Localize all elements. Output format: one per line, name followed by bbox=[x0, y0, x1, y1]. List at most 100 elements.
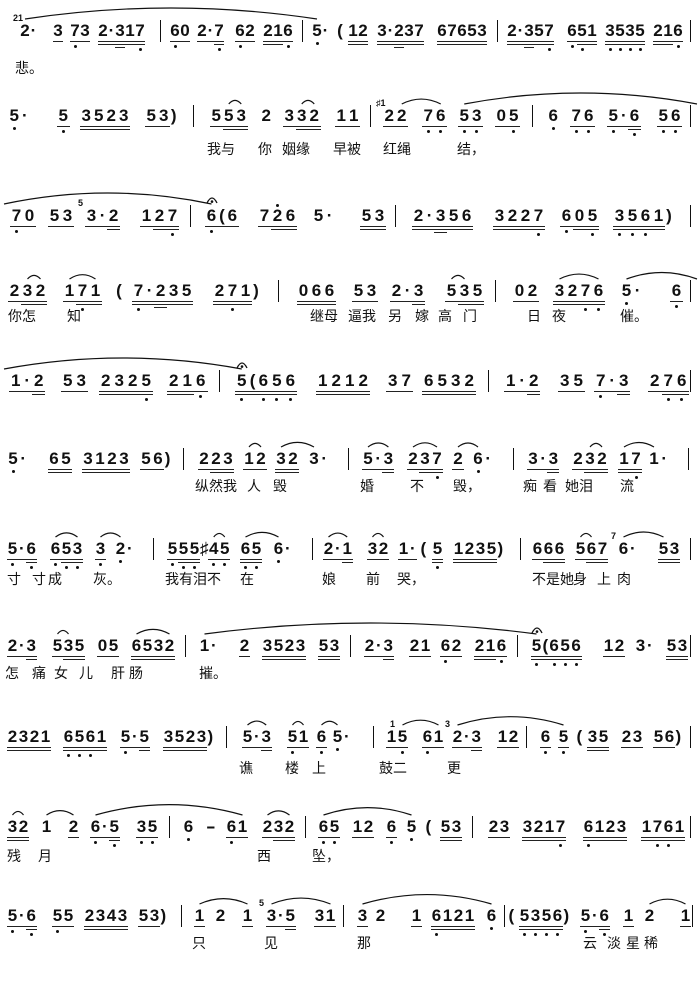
augmentation-dot: · bbox=[539, 450, 548, 471]
note-glyph: 0 bbox=[574, 206, 585, 225]
note-glyph: 7 bbox=[571, 106, 581, 125]
augmentation-dot: · bbox=[207, 22, 214, 43]
underline bbox=[74, 750, 85, 752]
note-group: ( bbox=[337, 22, 343, 40]
underline bbox=[447, 226, 461, 228]
note: 7 bbox=[630, 450, 642, 479]
note-glyph: 6 bbox=[285, 206, 296, 225]
barline bbox=[350, 635, 352, 657]
note-glyph: 6 bbox=[226, 817, 237, 836]
note: 2 bbox=[329, 372, 343, 396]
underline bbox=[108, 656, 119, 658]
underline bbox=[164, 659, 175, 661]
note-glyph: 6 bbox=[599, 906, 609, 925]
note-glyph: 6 bbox=[586, 539, 597, 558]
note-glyph: 5 bbox=[142, 636, 153, 655]
underline bbox=[167, 394, 181, 396]
underline bbox=[323, 301, 336, 303]
note-glyph: 2 bbox=[197, 21, 207, 40]
note-glyph: 5 bbox=[7, 906, 18, 925]
note: 2 bbox=[621, 728, 632, 749]
note-group: 5 · 6 bbox=[607, 107, 641, 136]
note: 5 bbox=[219, 540, 231, 566]
note: 5 bbox=[48, 207, 61, 228]
underline bbox=[641, 840, 652, 842]
underline bbox=[108, 837, 120, 839]
note: 7 bbox=[214, 22, 224, 51]
underline bbox=[409, 656, 420, 658]
underline bbox=[352, 837, 363, 839]
lyric: 月 bbox=[38, 850, 52, 865]
note-glyph: 2 bbox=[128, 371, 138, 390]
underline bbox=[594, 391, 608, 393]
note: 1 bbox=[433, 728, 444, 749]
note-glyph: 3 bbox=[163, 727, 174, 746]
underline bbox=[440, 840, 451, 842]
note-glyph: 5 bbox=[318, 636, 329, 655]
note-glyph: ) bbox=[170, 106, 177, 125]
note-group: 2 ♯1 2 bbox=[376, 99, 408, 128]
underline bbox=[138, 747, 150, 749]
slur bbox=[24, 7, 318, 20]
underline bbox=[519, 926, 530, 928]
underline bbox=[29, 750, 40, 752]
note-group: 5 3) bbox=[145, 106, 178, 128]
underline bbox=[329, 391, 343, 393]
underline bbox=[669, 562, 680, 564]
underline bbox=[414, 44, 424, 46]
underline bbox=[407, 469, 419, 471]
note: 6 bbox=[434, 107, 447, 133]
low-octave-dot bbox=[12, 127, 16, 130]
note: 1 bbox=[335, 107, 348, 128]
underline bbox=[360, 226, 373, 228]
underline bbox=[214, 41, 224, 43]
underline bbox=[101, 837, 109, 839]
underline bbox=[258, 226, 271, 228]
low-octave-dot bbox=[217, 48, 221, 51]
slur bbox=[623, 441, 655, 448]
note-glyph: 0 bbox=[24, 206, 35, 225]
underline bbox=[382, 656, 394, 658]
note-glyph: 5 bbox=[109, 817, 119, 836]
barline bbox=[690, 370, 692, 392]
underline bbox=[453, 562, 464, 564]
underline bbox=[639, 226, 652, 228]
low-octave-dot bbox=[475, 130, 479, 133]
note-glyph: 3 bbox=[475, 539, 486, 558]
note-glyph: 6 bbox=[285, 371, 296, 390]
note-glyph: 1 bbox=[386, 727, 397, 746]
underline bbox=[105, 126, 118, 128]
lyric: 知 bbox=[67, 310, 81, 325]
note: 3 bbox=[262, 637, 273, 661]
underline bbox=[507, 44, 517, 46]
note: 5 bbox=[318, 636, 329, 661]
underline bbox=[552, 929, 563, 931]
note: 7 bbox=[70, 22, 80, 48]
note-glyph: 5 bbox=[509, 106, 519, 125]
underline bbox=[118, 472, 130, 474]
note: 5 bbox=[147, 818, 158, 844]
slur-layer bbox=[57, 622, 537, 635]
underline bbox=[534, 41, 544, 43]
note-glyph: 1 bbox=[298, 727, 309, 746]
note: 2 bbox=[614, 637, 625, 658]
note: 5 bbox=[329, 818, 340, 844]
note-glyph: 6 bbox=[183, 817, 194, 836]
underline bbox=[120, 747, 131, 749]
low-octave-dot bbox=[240, 398, 244, 401]
note-glyph: 1 bbox=[40, 727, 51, 746]
underline bbox=[422, 126, 435, 128]
note-glyph: 1 bbox=[603, 636, 614, 655]
note-group: 53 bbox=[440, 818, 462, 842]
note-glyph: 3 bbox=[95, 906, 106, 925]
note-glyph: 5 bbox=[580, 906, 591, 925]
note: 2 bbox=[533, 818, 544, 842]
note-glyph: · bbox=[24, 371, 31, 390]
underline bbox=[543, 559, 554, 561]
underline bbox=[619, 126, 629, 128]
note: 6 bbox=[673, 22, 683, 48]
barline bbox=[688, 448, 690, 470]
underline bbox=[506, 229, 519, 231]
note: 2 bbox=[29, 728, 40, 752]
note: 3 bbox=[314, 907, 325, 928]
